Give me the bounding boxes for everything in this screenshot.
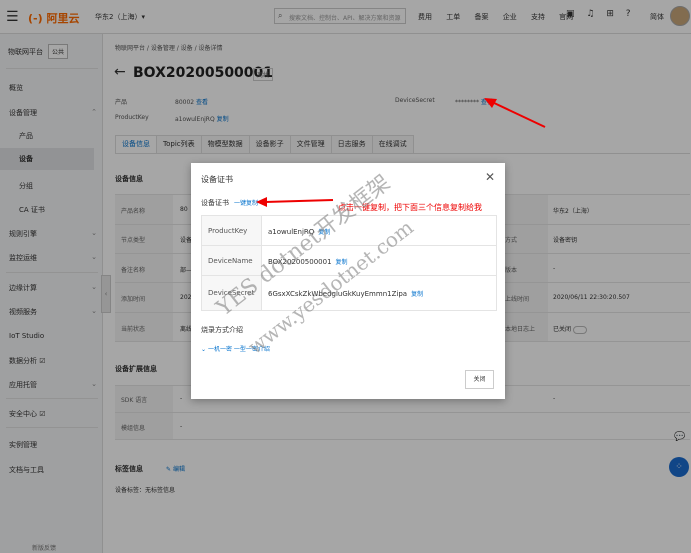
arrow-to-copy-icon (256, 197, 334, 207)
arrow-to-view-icon (484, 98, 546, 128)
annotation-arrows (256, 98, 546, 207)
